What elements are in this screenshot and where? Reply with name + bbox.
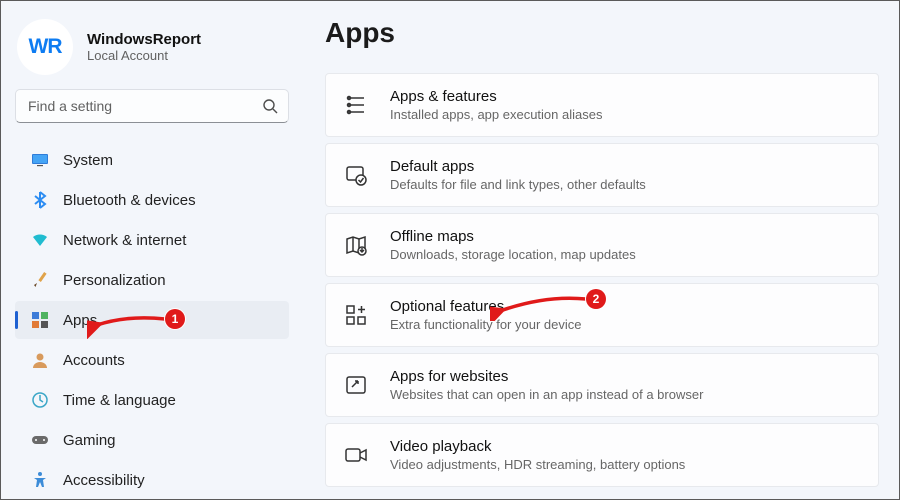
main-panel: Apps Apps & features Installed apps, app… xyxy=(303,1,899,499)
card-sub: Downloads, storage location, map updates xyxy=(390,247,636,262)
accounts-icon xyxy=(31,351,49,369)
card-title: Offline maps xyxy=(390,228,636,245)
profile-block[interactable]: WR WindowsReport Local Account xyxy=(15,15,289,75)
profile-name: WindowsReport xyxy=(87,31,201,48)
apps-icon xyxy=(31,311,49,329)
card-apps-features[interactable]: Apps & features Installed apps, app exec… xyxy=(325,73,879,137)
profile-sub: Local Account xyxy=(87,48,201,63)
sidebar-item-accounts[interactable]: Accounts xyxy=(15,341,289,379)
sidebar-item-label: Bluetooth & devices xyxy=(63,192,196,209)
sidebar-item-system[interactable]: System xyxy=(15,141,289,179)
card-title: Apps & features xyxy=(390,88,602,105)
time-language-icon xyxy=(31,391,49,409)
sidebar-item-personalization[interactable]: Personalization xyxy=(15,261,289,299)
sidebar-item-label: Time & language xyxy=(63,392,176,409)
sidebar-item-bluetooth[interactable]: Bluetooth & devices xyxy=(15,181,289,219)
personalization-icon xyxy=(31,271,49,289)
search-input[interactable] xyxy=(28,98,252,114)
settings-list: Apps & features Installed apps, app exec… xyxy=(325,73,879,487)
apps-websites-icon xyxy=(344,373,368,397)
search-box[interactable] xyxy=(15,89,289,123)
sidebar-item-network[interactable]: Network & internet xyxy=(15,221,289,259)
card-offline-maps[interactable]: Offline maps Downloads, storage location… xyxy=(325,213,879,277)
avatar: WR xyxy=(17,19,73,75)
sidebar-item-label: Personalization xyxy=(63,272,166,289)
bluetooth-icon xyxy=(31,191,49,209)
card-video-playback[interactable]: Video playback Video adjustments, HDR st… xyxy=(325,423,879,487)
sidebar-item-label: System xyxy=(63,152,113,169)
card-sub: Video adjustments, HDR streaming, batter… xyxy=(390,457,685,472)
sidebar-item-label: Gaming xyxy=(63,432,116,449)
card-title: Optional features xyxy=(390,298,581,315)
sidebar-item-time-language[interactable]: Time & language xyxy=(15,381,289,419)
card-default-apps[interactable]: Default apps Defaults for file and link … xyxy=(325,143,879,207)
apps-features-icon xyxy=(344,93,368,117)
card-sub: Installed apps, app execution aliases xyxy=(390,107,602,122)
network-icon xyxy=(31,231,49,249)
card-sub: Defaults for file and link types, other … xyxy=(390,177,646,192)
sidebar-item-label: Network & internet xyxy=(63,232,186,249)
card-title: Apps for websites xyxy=(390,368,703,385)
sidebar-item-label: Accounts xyxy=(63,352,125,369)
nav-list: System Bluetooth & devices Network & int… xyxy=(15,141,289,499)
offline-maps-icon xyxy=(344,233,368,257)
sidebar-item-gaming[interactable]: Gaming xyxy=(15,421,289,459)
card-title: Default apps xyxy=(390,158,646,175)
sidebar-item-label: Apps xyxy=(63,312,97,329)
sidebar-item-accessibility[interactable]: Accessibility xyxy=(15,461,289,499)
sidebar: WR WindowsReport Local Account System Bl… xyxy=(1,1,303,499)
optional-features-icon xyxy=(344,303,368,327)
default-apps-icon xyxy=(344,163,368,187)
card-title: Video playback xyxy=(390,438,685,455)
sidebar-item-label: Accessibility xyxy=(63,472,145,489)
search-icon xyxy=(262,98,278,114)
card-apps-websites[interactable]: Apps for websites Websites that can open… xyxy=(325,353,879,417)
system-icon xyxy=(31,151,49,169)
gaming-icon xyxy=(31,431,49,449)
video-playback-icon xyxy=(344,443,368,467)
page-title: Apps xyxy=(325,17,879,49)
sidebar-item-apps[interactable]: Apps xyxy=(15,301,289,339)
card-sub: Websites that can open in an app instead… xyxy=(390,387,703,402)
card-optional-features[interactable]: Optional features Extra functionality fo… xyxy=(325,283,879,347)
accessibility-icon xyxy=(31,471,49,489)
card-sub: Extra functionality for your device xyxy=(390,317,581,332)
